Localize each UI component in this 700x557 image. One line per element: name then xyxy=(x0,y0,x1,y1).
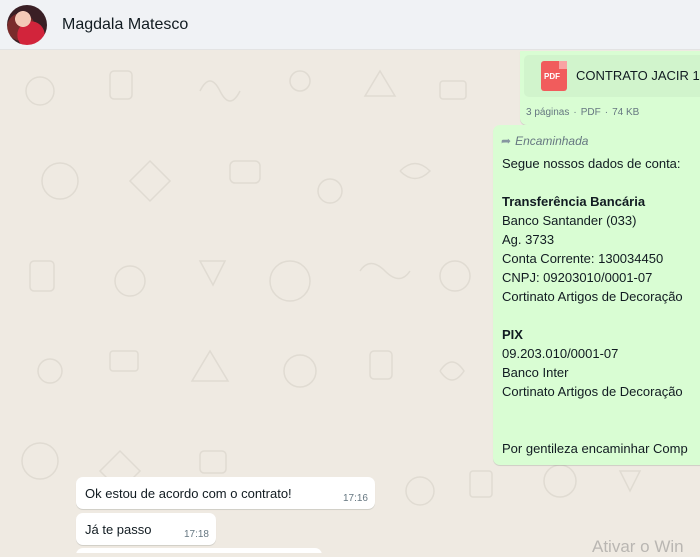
incoming-message-bubble[interactable]: Já te passo 17:18 xyxy=(76,513,216,545)
message-line: Conta Corrente: 130034450 xyxy=(502,251,664,266)
message-line: Segue nossos dados de conta: xyxy=(502,156,681,171)
message-line: Banco Santander (033) xyxy=(502,213,637,228)
pdf-file-name[interactable]: CONTRATO JACIR 1: xyxy=(576,68,700,83)
pdf-file-icon: PDF xyxy=(541,61,567,91)
forwarded-label: ➦ Encaminhada xyxy=(501,134,588,148)
message-time: 17:18 xyxy=(183,529,209,540)
message-heading: PIX xyxy=(502,327,523,342)
message-heading: Transferência Bancária xyxy=(502,194,646,209)
incoming-message-bubble[interactable]: Ok estou de acordo com o contrato! 17:16 xyxy=(76,477,375,509)
message-line: Cortinato Artigos de Decoração xyxy=(502,384,683,399)
pdf-message-bubble[interactable]: PDF CONTRATO JACIR 1: 3 páginas · PDF · 74 K… xyxy=(520,51,700,125)
incoming-message-bubble-partial[interactable] xyxy=(76,548,322,553)
pdf-icon-label: PDF xyxy=(544,72,560,81)
message-text: Ok estou de acordo com o contrato! xyxy=(85,486,292,501)
chat-panel[interactable]: PDF CONTRATO JACIR 1: 3 páginas · PDF · 74 K… xyxy=(0,51,700,553)
chat-header[interactable]: Magdala Matesco xyxy=(0,0,700,50)
pdf-meta: 3 páginas · PDF · 74 KB xyxy=(526,107,640,118)
pdf-size: 74 KB xyxy=(612,107,640,118)
message-time: 17:16 xyxy=(342,493,368,504)
pdf-type: PDF xyxy=(580,107,601,118)
pdf-pages: 3 páginas xyxy=(526,107,570,118)
forwarded-message-bubble[interactable]: ➦ Encaminhada Segue nossos dados de conta… xyxy=(493,125,700,465)
message-line: Cortinato Artigos de Decoração xyxy=(502,289,683,304)
forwarded-text: Encaminhada xyxy=(515,134,589,148)
contact-avatar[interactable] xyxy=(7,4,47,45)
forward-arrow-icon: ➦ xyxy=(501,134,512,148)
message-line: CNPJ: 09203010/0001-07 xyxy=(502,270,653,285)
message-line: Banco Inter xyxy=(502,365,569,380)
message-line: 09.203.010/0001-07 xyxy=(502,346,619,361)
pdf-attachment[interactable]: PDF CONTRATO JACIR 1: xyxy=(524,55,700,97)
windows-activation-watermark: Ativar o Win xyxy=(592,537,684,556)
forwarded-message-text: Segue nossos dados de conta: Transferênc… xyxy=(502,154,700,458)
message-line: Ag. 3733 xyxy=(502,232,555,247)
message-text: Já te passo xyxy=(85,522,152,537)
message-line: Por gentileza encaminhar Comp xyxy=(502,441,688,456)
contact-name[interactable]: Magdala Matesco xyxy=(62,16,188,34)
